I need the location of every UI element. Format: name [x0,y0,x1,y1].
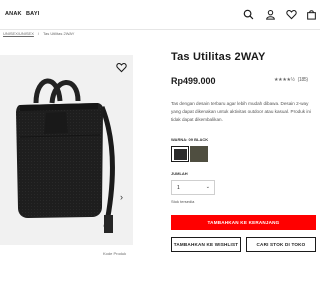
chevron-down-icon: ⌄ [205,184,210,190]
heart-icon[interactable] [286,9,297,20]
user-icon[interactable] [265,9,276,20]
breadcrumb-separator: / [37,31,40,36]
product-description: Tas dengan desain terbaru agar lebih mud… [171,101,311,122]
product-code-label: Kode Produk [103,251,127,256]
quantity-value: 1 [177,185,180,191]
heart-icon[interactable] [116,60,127,73]
stock-status: Stok tersedia [171,199,195,204]
color-swatch-black[interactable] [171,146,189,162]
nav-item-anak[interactable]: ANAK [5,11,22,17]
quantity-label: JUMLAH [171,171,188,176]
review-count[interactable]: (185) [298,77,308,83]
product-image [16,78,115,233]
rating[interactable]: ★★★★½ (185) [274,77,308,83]
chevron-right-icon[interactable]: › [120,192,123,202]
add-to-cart-button[interactable]: TAMBAHKAN KE KERANJANG [171,215,316,230]
find-store-stock-button[interactable]: CARI STOK DI TOKO [246,237,316,252]
breadcrumb-parent[interactable]: UNISEX/UNISEX [3,31,34,36]
bag-icon[interactable] [306,9,317,20]
breadcrumb-current: Tas Utilitas 2WAY [43,31,75,36]
nav-item-bayi[interactable]: BAYI [26,11,39,17]
rating-stars: ★★★★½ [274,77,295,83]
breadcrumb: UNISEX/UNISEX / Tas Utilitas 2WAY [3,31,74,36]
quantity-select[interactable]: 1 ⌄ [171,180,215,195]
product-price: Rp499.000 [171,76,216,86]
swatch-fill [173,148,187,160]
search-icon[interactable] [243,9,254,20]
color-label: WARNA: 09 BLACK [171,137,209,142]
add-to-wishlist-button[interactable]: TAMBAHKAN KE WISHLIST [171,237,241,252]
site-header: ANAK BAYI [0,0,320,30]
product-title: Tas Utilitas 2WAY [171,51,266,63]
color-swatch-olive[interactable] [190,146,208,162]
product-image-area: › [0,55,133,245]
